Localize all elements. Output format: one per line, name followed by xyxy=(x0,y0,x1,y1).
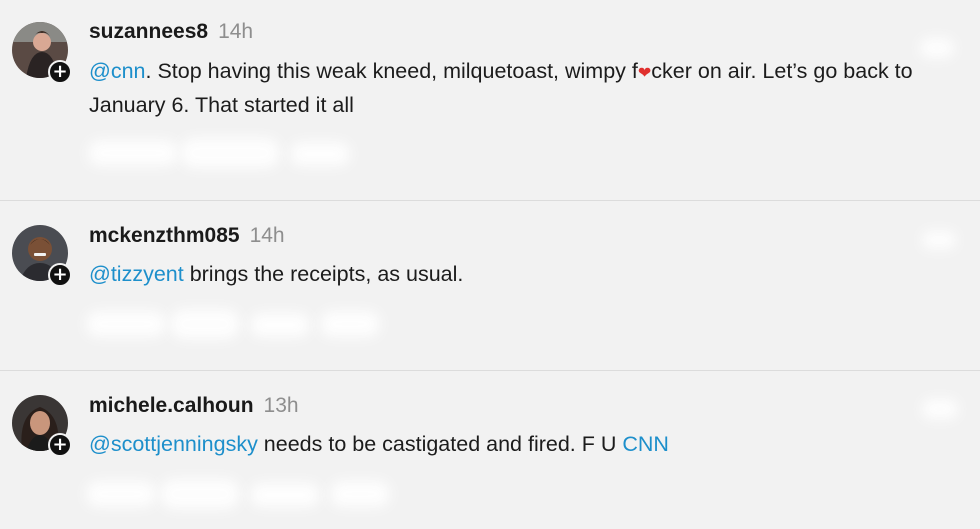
comment-text: @tizzyent brings the receipts, as usual. xyxy=(89,258,949,291)
comment-text: @cnn. Stop having this weak kneed, milqu… xyxy=(89,55,949,122)
timestamp: 13h xyxy=(263,394,299,417)
timestamp: 14h xyxy=(249,224,285,247)
redacted-blur xyxy=(922,399,958,419)
comment-text-segment: brings the receipts, as usual. xyxy=(183,262,464,286)
redacted-blur xyxy=(922,231,956,249)
redacted-blur xyxy=(180,138,280,168)
comment-item: + suzannees8 14h @cnn. Stop having this … xyxy=(0,0,980,200)
redacted-blur xyxy=(88,140,178,166)
mention-link[interactable]: @scottjenningsky xyxy=(89,432,258,456)
avatar-wrap: + xyxy=(12,22,72,84)
comment-text-segment: . Stop having this weak kneed, milquetoa… xyxy=(145,59,638,83)
comment-item: + michele.calhoun 13h @scottjenningsky n… xyxy=(0,371,980,529)
avatar-wrap: + xyxy=(12,395,72,457)
follow-button[interactable]: + xyxy=(48,433,72,457)
comment-feed: + suzannees8 14h @cnn. Stop having this … xyxy=(0,0,980,529)
avatar-wrap: + xyxy=(12,225,72,287)
redacted-blur xyxy=(86,481,156,507)
username[interactable]: michele.calhoun xyxy=(89,394,254,418)
comment-text-segment: needs to be castigated and fired. F U xyxy=(257,432,623,456)
comment-header: michele.calhoun 13h xyxy=(89,394,299,418)
redacted-blur xyxy=(320,311,380,337)
redacted-blur xyxy=(330,481,390,507)
comment-header: suzannees8 14h xyxy=(89,20,253,44)
timestamp: 14h xyxy=(218,20,254,43)
redacted-blur xyxy=(250,313,310,337)
follow-button[interactable]: + xyxy=(48,60,72,84)
redacted-blur xyxy=(290,142,350,166)
redacted-blur xyxy=(920,38,954,58)
username[interactable]: suzannees8 xyxy=(89,20,208,44)
cnn-link[interactable]: CNN xyxy=(622,432,669,456)
mention-link[interactable]: @cnn xyxy=(89,59,146,83)
comment-header: mckenzthm085 14h xyxy=(89,224,285,248)
mention-link[interactable]: @tizzyent xyxy=(89,262,184,286)
heart-emoji-icon: ❤ xyxy=(637,63,652,82)
redacted-blur xyxy=(250,483,320,507)
redacted-blur xyxy=(170,309,240,339)
redacted-blur xyxy=(86,311,166,337)
follow-button[interactable]: + xyxy=(48,263,72,287)
comment-text: @scottjenningsky needs to be castigated … xyxy=(89,428,949,461)
comment-item: + mckenzthm085 14h @tizzyent brings the … xyxy=(0,201,980,370)
redacted-blur xyxy=(160,479,240,509)
username[interactable]: mckenzthm085 xyxy=(89,224,240,248)
